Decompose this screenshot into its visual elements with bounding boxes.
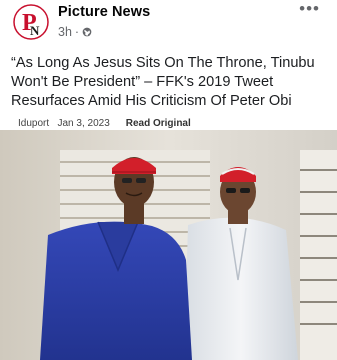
picture-news-logo[interactable]: P N <box>13 3 49 41</box>
page-name[interactable]: Picture News <box>58 4 150 20</box>
post-photo[interactable] <box>0 130 337 360</box>
source-name: Iduport <box>18 118 50 128</box>
timestamp[interactable]: 3h <box>58 25 72 39</box>
photo-illustration <box>0 130 337 360</box>
post-header: P N Picture News 3h · ••• <box>0 0 337 48</box>
source-line: Iduport Jan 3, 2023 Read Original <box>18 118 191 128</box>
more-options-icon[interactable]: ••• <box>299 0 320 17</box>
post-headline: “As Long As Jesus Sits On The Throne, Ti… <box>11 55 315 109</box>
read-original-link[interactable]: Read Original <box>126 118 191 128</box>
globe-icon <box>82 27 92 37</box>
post-meta: 3h · <box>58 25 92 39</box>
meta-separator: · <box>74 25 80 39</box>
source-date: Jan 3, 2023 <box>57 118 110 128</box>
svg-text:N: N <box>30 23 40 38</box>
